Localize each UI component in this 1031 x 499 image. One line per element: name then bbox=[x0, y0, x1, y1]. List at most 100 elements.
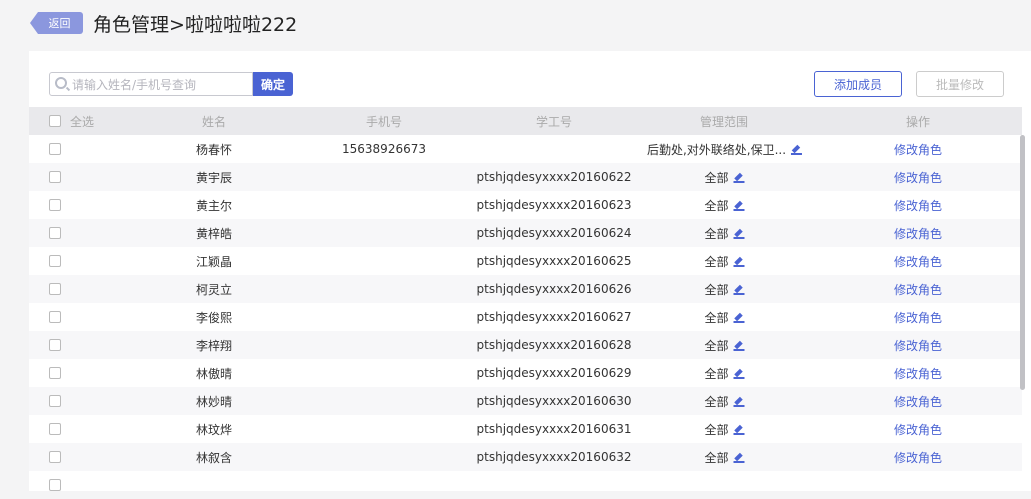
action-cell: 修改角色 bbox=[894, 421, 942, 438]
column-name: 姓名 bbox=[201, 114, 227, 129]
row-checkbox[interactable] bbox=[49, 199, 61, 211]
member-name: 林叙含 bbox=[195, 450, 233, 465]
scope-text: 全部 bbox=[704, 422, 729, 437]
row-checkbox[interactable] bbox=[49, 311, 61, 323]
search-input[interactable]: 请输入姓名/手机号查询 bbox=[49, 72, 253, 96]
member-scope: 全部 bbox=[704, 421, 745, 438]
scrollbar[interactable] bbox=[1020, 135, 1025, 390]
row-checkbox[interactable] bbox=[49, 227, 61, 239]
member-name: 杨春怀 bbox=[195, 142, 233, 157]
scope-text: 全部 bbox=[704, 366, 729, 381]
member-scope: 全部 bbox=[704, 337, 745, 354]
action-cell: 修改角色 bbox=[894, 253, 942, 270]
action-cell: 修改角色 bbox=[894, 281, 942, 298]
member-phone: 15638926673 bbox=[342, 142, 426, 156]
row-checkbox[interactable] bbox=[49, 283, 61, 295]
member-name: 李俊熙 bbox=[195, 310, 233, 325]
edit-icon[interactable] bbox=[733, 201, 745, 211]
action-cell: 修改角色 bbox=[894, 337, 942, 354]
member-name: 柯灵立 bbox=[195, 282, 233, 297]
edit-role-link[interactable]: 修改角色 bbox=[894, 423, 942, 437]
action-cell: 修改角色 bbox=[894, 225, 942, 242]
column-action: 操作 bbox=[905, 114, 931, 129]
edit-icon[interactable] bbox=[733, 285, 745, 295]
edit-icon[interactable] bbox=[733, 313, 745, 323]
table-row: 李俊熙 ptshjqdesyxxxx20160627 全部 修改角色 bbox=[29, 303, 1022, 331]
row-checkbox[interactable] bbox=[49, 451, 61, 463]
edit-icon[interactable] bbox=[733, 229, 745, 239]
scope-text: 全部 bbox=[704, 282, 729, 297]
member-student-id: ptshjqdesyxxxx20160626 bbox=[476, 282, 632, 296]
row-checkbox[interactable] bbox=[49, 171, 61, 183]
edit-role-link[interactable]: 修改角色 bbox=[894, 283, 942, 297]
table-row: 杨春怀 15638926673 后勤处,对外联络处,保卫... 修改角色 bbox=[29, 135, 1022, 163]
batch-edit-button[interactable]: 批量修改 bbox=[916, 71, 1004, 97]
member-name: 黄主尔 bbox=[195, 198, 233, 213]
edit-role-link[interactable]: 修改角色 bbox=[894, 227, 942, 241]
row-checkbox[interactable] bbox=[49, 339, 61, 351]
edit-role-link[interactable]: 修改角色 bbox=[894, 395, 942, 409]
member-scope: 全部 bbox=[704, 225, 745, 242]
member-panel: 请输入姓名/手机号查询 确定 添加成员 批量修改 全选 姓名 手机号 学工号 管… bbox=[29, 51, 1031, 491]
edit-role-link[interactable]: 修改角色 bbox=[894, 143, 942, 157]
edit-role-link[interactable]: 修改角色 bbox=[894, 255, 942, 269]
table-row bbox=[29, 471, 1022, 499]
edit-role-link[interactable]: 修改角色 bbox=[894, 367, 942, 381]
row-checkbox[interactable] bbox=[49, 255, 61, 267]
scope-text: 全部 bbox=[704, 310, 729, 325]
member-scope: 后勤处,对外联络处,保卫... bbox=[646, 141, 803, 158]
member-scope: 全部 bbox=[704, 449, 745, 466]
edit-role-link[interactable]: 修改角色 bbox=[894, 171, 942, 185]
table-row: 江颖晶 ptshjqdesyxxxx20160625 全部 修改角色 bbox=[29, 247, 1022, 275]
edit-role-link[interactable]: 修改角色 bbox=[894, 199, 942, 213]
scope-text: 后勤处,对外联络处,保卫... bbox=[646, 142, 787, 157]
table-row: 林玟烨 ptshjqdesyxxxx20160631 全部 修改角色 bbox=[29, 415, 1022, 443]
breadcrumb-parent[interactable]: 角色管理 bbox=[93, 14, 169, 36]
edit-icon[interactable] bbox=[733, 369, 745, 379]
select-all-checkbox[interactable] bbox=[49, 115, 61, 127]
member-student-id: ptshjqdesyxxxx20160623 bbox=[476, 198, 632, 212]
edit-icon[interactable] bbox=[733, 173, 745, 183]
edit-icon[interactable] bbox=[791, 145, 803, 155]
confirm-button[interactable]: 确定 bbox=[253, 72, 293, 96]
breadcrumb-current: 啦啦啦啦222 bbox=[184, 14, 298, 36]
member-student-id: ptshjqdesyxxxx20160625 bbox=[476, 254, 632, 268]
edit-icon[interactable] bbox=[733, 341, 745, 351]
action-cell: 修改角色 bbox=[894, 449, 942, 466]
edit-icon[interactable] bbox=[733, 425, 745, 435]
row-checkbox[interactable] bbox=[49, 143, 61, 155]
row-checkbox[interactable] bbox=[49, 367, 61, 379]
scope-text: 全部 bbox=[704, 394, 729, 409]
edit-icon[interactable] bbox=[733, 397, 745, 407]
action-cell: 修改角色 bbox=[894, 197, 942, 214]
row-checkbox[interactable] bbox=[49, 395, 61, 407]
member-name: 林妙晴 bbox=[195, 394, 233, 409]
table-row: 柯灵立 ptshjqdesyxxxx20160626 全部 修改角色 bbox=[29, 275, 1022, 303]
scope-text: 全部 bbox=[704, 226, 729, 241]
action-cell: 修改角色 bbox=[894, 169, 942, 186]
search-placeholder: 请输入姓名/手机号查询 bbox=[72, 77, 197, 92]
member-student-id: ptshjqdesyxxxx20160632 bbox=[476, 450, 632, 464]
member-scope: 全部 bbox=[704, 393, 745, 410]
add-member-button[interactable]: 添加成员 bbox=[814, 71, 902, 97]
column-scope: 管理范围 bbox=[699, 114, 749, 129]
edit-role-link[interactable]: 修改角色 bbox=[894, 311, 942, 325]
table-row: 黄宇辰 ptshjqdesyxxxx20160622 全部 修改角色 bbox=[29, 163, 1022, 191]
member-student-id: ptshjqdesyxxxx20160631 bbox=[476, 422, 632, 436]
back-button[interactable]: 返回 bbox=[30, 12, 83, 34]
row-checkbox[interactable] bbox=[49, 423, 61, 435]
member-name: 黄梓皓 bbox=[195, 226, 233, 241]
edit-icon[interactable] bbox=[733, 453, 745, 463]
member-name: 江颖晶 bbox=[195, 254, 233, 269]
select-all-label: 全选 bbox=[70, 114, 95, 129]
edit-role-link[interactable]: 修改角色 bbox=[894, 339, 942, 353]
action-cell: 修改角色 bbox=[894, 309, 942, 326]
table-row: 林叙含 ptshjqdesyxxxx20160632 全部 修改角色 bbox=[29, 443, 1022, 471]
member-scope: 全部 bbox=[704, 309, 745, 326]
edit-icon[interactable] bbox=[733, 257, 745, 267]
table-row: 黄主尔 ptshjqdesyxxxx20160623 全部 修改角色 bbox=[29, 191, 1022, 219]
member-name: 林玟烨 bbox=[195, 422, 233, 437]
member-scope: 全部 bbox=[704, 169, 745, 186]
member-student-id: ptshjqdesyxxxx20160622 bbox=[476, 170, 632, 184]
edit-role-link[interactable]: 修改角色 bbox=[894, 451, 942, 465]
